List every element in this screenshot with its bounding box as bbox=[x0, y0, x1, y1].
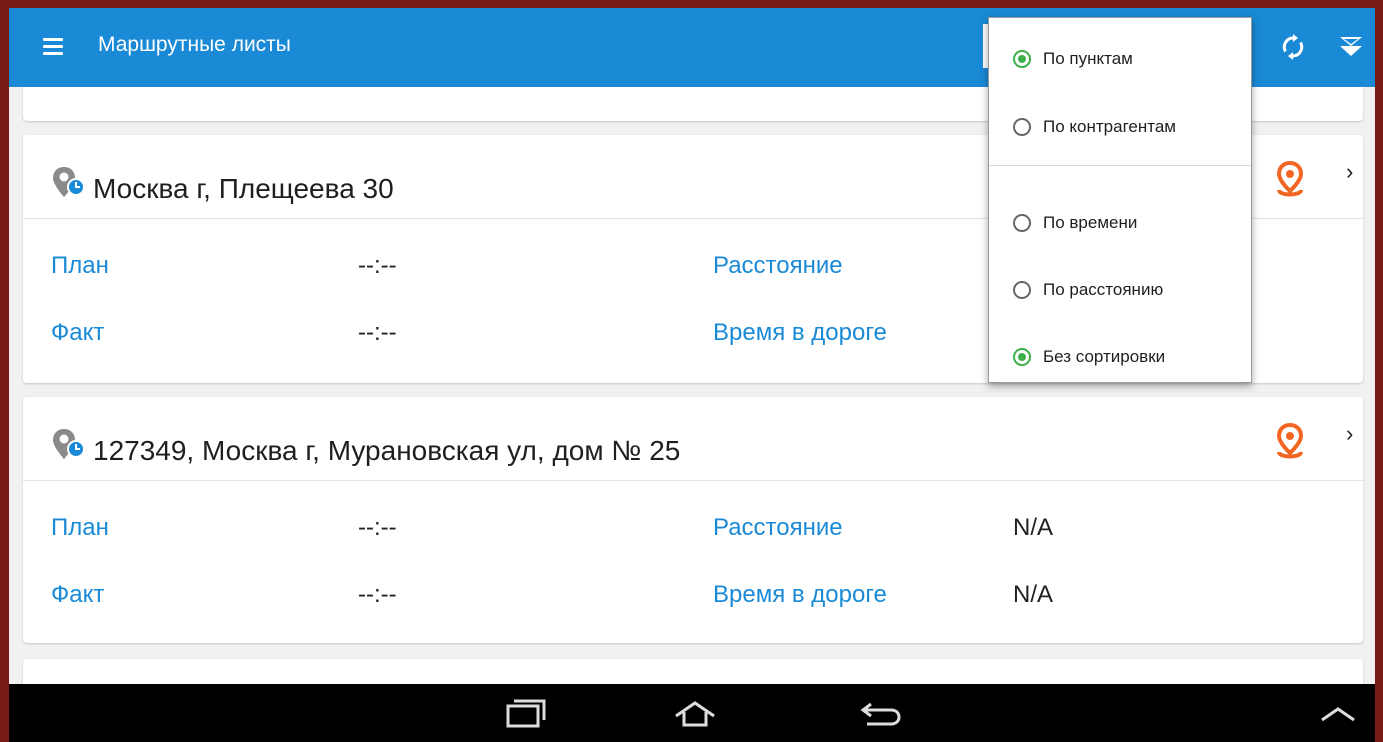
filter-icon[interactable] bbox=[1336, 33, 1366, 61]
radio-button[interactable] bbox=[1013, 50, 1031, 68]
fact-label: Факт bbox=[51, 581, 105, 608]
menu-divider bbox=[989, 165, 1251, 166]
back-icon[interactable] bbox=[857, 700, 905, 728]
sort-menu: По пунктам По контрагентам По времени По… bbox=[988, 17, 1252, 383]
option-label: По времени bbox=[1043, 213, 1138, 232]
location-clock-icon bbox=[53, 167, 85, 197]
page-title: Маршрутные листы bbox=[98, 33, 291, 56]
sync-icon[interactable] bbox=[1279, 33, 1307, 61]
plan-label: План bbox=[51, 252, 109, 279]
plan-value: --:-- bbox=[358, 252, 397, 279]
radio-button[interactable] bbox=[1013, 281, 1031, 299]
fact-label: Факт bbox=[51, 319, 105, 346]
radio-button[interactable] bbox=[1013, 214, 1031, 232]
distance-label: Расстояние bbox=[713, 514, 843, 541]
fact-value: --:-- bbox=[358, 319, 397, 346]
expand-up-icon[interactable] bbox=[1319, 704, 1357, 724]
option-label: Без сортировки bbox=[1043, 347, 1166, 366]
fact-value: --:-- bbox=[358, 581, 397, 608]
address-text: 127349, Москва г, Мурановская ул, дом № … bbox=[93, 435, 681, 466]
distance-value: N/A bbox=[1013, 514, 1054, 541]
option-label: По контрагентам bbox=[1043, 117, 1176, 136]
distance-label: Расстояние bbox=[713, 252, 843, 279]
system-nav-bar bbox=[9, 684, 1375, 742]
plan-label: План bbox=[51, 514, 109, 541]
travel-time-label: Время в дороге bbox=[713, 319, 887, 346]
map-pin-icon[interactable] bbox=[1273, 422, 1307, 462]
option-label: По пунктам bbox=[1043, 49, 1133, 68]
map-pin-icon[interactable] bbox=[1273, 160, 1307, 200]
route-point-card[interactable]: 127349, Москва г, Мурановская ул, дом № … bbox=[23, 397, 1363, 643]
location-clock-icon bbox=[53, 429, 85, 459]
plan-value: --:-- bbox=[358, 514, 397, 541]
chevron-right-icon[interactable]: › bbox=[1346, 159, 1353, 185]
home-icon[interactable] bbox=[672, 700, 718, 728]
recent-apps-icon[interactable] bbox=[504, 698, 548, 728]
chevron-right-icon[interactable]: › bbox=[1346, 421, 1353, 447]
menu-icon[interactable] bbox=[43, 38, 63, 55]
travel-time-label: Время в дороге bbox=[713, 581, 887, 608]
radio-button[interactable] bbox=[1013, 348, 1031, 366]
option-label: По расстоянию bbox=[1043, 280, 1164, 299]
radio-button[interactable] bbox=[1013, 118, 1031, 136]
travel-time-value: N/A bbox=[1013, 581, 1054, 608]
address-text: Москва г, Плещеева 30 bbox=[93, 173, 394, 204]
card-header: 127349, Москва г, Мурановская ул, дом № … bbox=[23, 397, 1363, 481]
app-window: Маршрутные листы Москва г, Плещеева 30 ›… bbox=[9, 8, 1375, 742]
